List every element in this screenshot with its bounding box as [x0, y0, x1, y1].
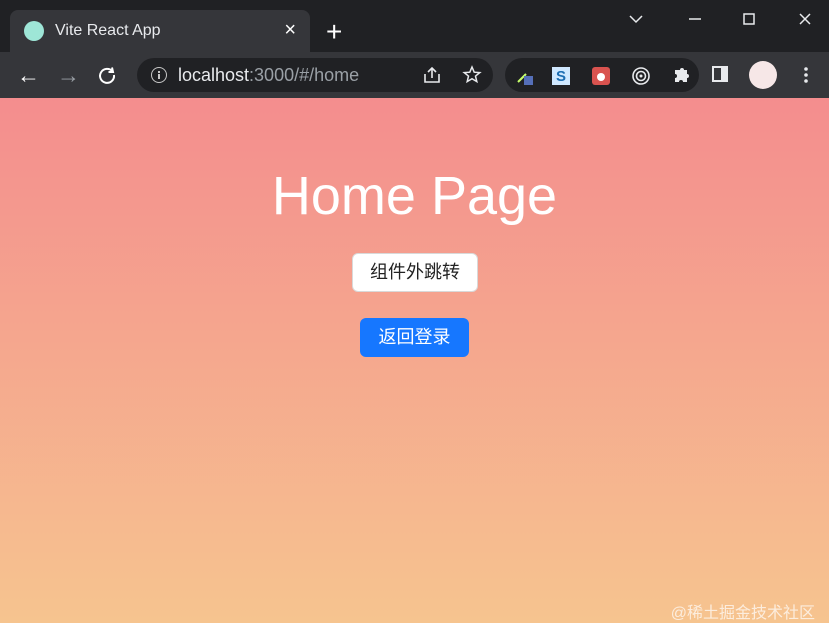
- bug-extension-icon[interactable]: [591, 66, 611, 86]
- page-title: Home Page: [271, 166, 558, 226]
- browser-tab[interactable]: Vite React App ×: [10, 10, 310, 52]
- chevron-down-icon[interactable]: [627, 10, 645, 28]
- s-extension-icon[interactable]: S: [551, 66, 571, 86]
- eyedropper-extension-icon[interactable]: [514, 66, 534, 86]
- minimize-icon[interactable]: [686, 10, 704, 28]
- tab-title: Vite React App: [55, 22, 161, 39]
- new-tab-plus-icon[interactable]: +: [326, 18, 342, 46]
- browser-tab-strip: Vite React App × +: [0, 0, 829, 52]
- watermark: @稀土掘金技术社区: [670, 605, 815, 622]
- info-icon[interactable]: [151, 67, 167, 83]
- url-text[interactable]: localhost:3000/#/home: [178, 66, 359, 84]
- address-bar[interactable]: localhost:3000/#/home: [137, 58, 493, 92]
- share-icon[interactable]: [421, 64, 443, 86]
- browser-toolbar: ← → localhost:3000/#/home S: [0, 52, 829, 98]
- target-extension-icon[interactable]: [631, 66, 651, 86]
- close-tab-icon[interactable]: ×: [284, 20, 296, 40]
- side-panel-icon[interactable]: [712, 66, 728, 82]
- page-content: Home Page 组件外跳转 返回登录 @稀土掘金技术社区: [0, 98, 829, 623]
- puzzle-icon[interactable]: [671, 66, 691, 86]
- avatar[interactable]: [749, 61, 777, 89]
- back-to-login-button[interactable]: 返回登录: [360, 318, 469, 357]
- star-icon[interactable]: [461, 64, 483, 86]
- outside-jump-button[interactable]: 组件外跳转: [352, 253, 478, 292]
- arrow-left-icon[interactable]: ←: [17, 64, 40, 87]
- svg-text:S: S: [556, 68, 566, 85]
- extensions-area: S: [505, 58, 699, 92]
- maximize-icon[interactable]: [740, 10, 758, 28]
- window-controls: [609, 0, 829, 36]
- window-close-icon[interactable]: [796, 10, 814, 28]
- kebab-menu-icon[interactable]: [796, 65, 816, 85]
- reload-icon[interactable]: [97, 65, 117, 85]
- arrow-right-icon[interactable]: →: [57, 64, 80, 87]
- vite-favicon-icon: [24, 21, 44, 41]
